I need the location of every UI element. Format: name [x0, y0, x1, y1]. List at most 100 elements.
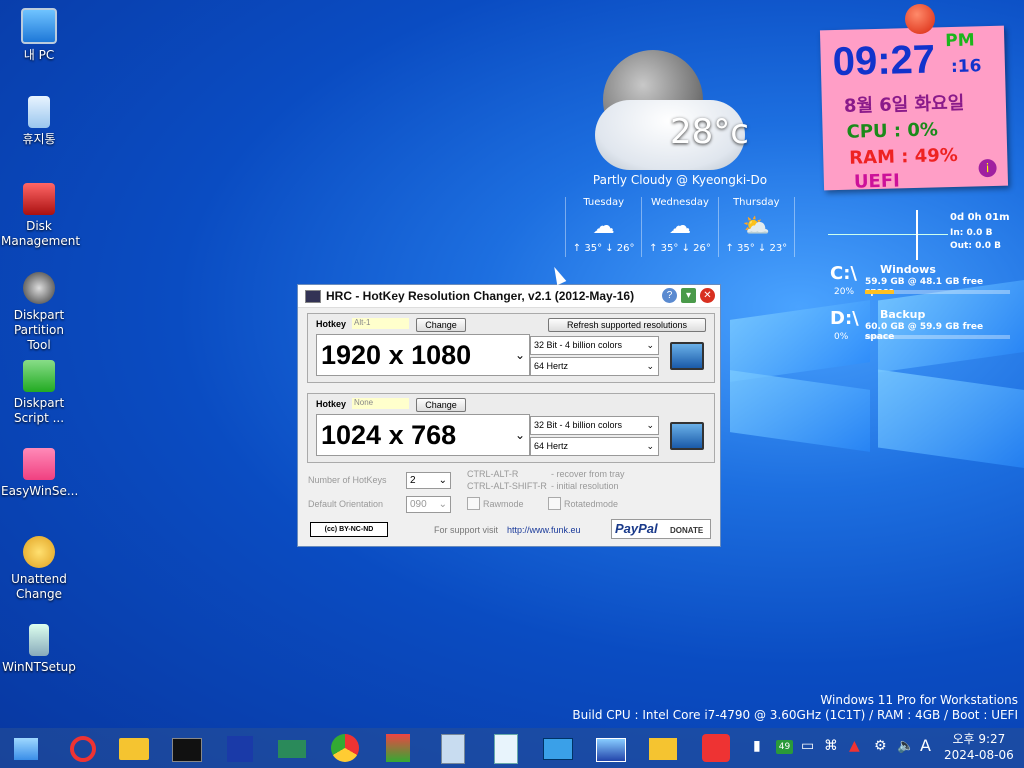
command-prompt-button[interactable]: [170, 732, 202, 764]
display-app-button[interactable]: [541, 732, 573, 764]
network-tray-icon[interactable]: ⌘: [824, 738, 838, 754]
forecast-day: Thursday ⛅ ↑ 35° ↓ 23°: [717, 197, 795, 257]
weather-temperature: 28°c: [670, 112, 749, 152]
thunderstorm-icon: ☁: [592, 214, 615, 239]
photos-button[interactable]: [594, 732, 626, 764]
color-depth-select[interactable]: 32 Bit - 4 billion colors ⌄: [530, 336, 659, 355]
folder-arrow-icon: [649, 738, 677, 760]
magnifier-document-icon: [441, 734, 465, 764]
orientation-select[interactable]: 090 ⌄: [406, 496, 451, 513]
unattend-icon: [23, 536, 55, 568]
screen-tray-icon[interactable]: ▭: [801, 738, 814, 754]
network-graph: [828, 234, 948, 235]
sticky-clock-gadget[interactable]: 09:27 PM :16 8월 6일 화요일 CPU : 0% RAM : 49…: [819, 25, 1009, 193]
monitor-icon: [305, 290, 321, 303]
chrome-button[interactable]: [329, 732, 361, 764]
badge-tray-icon[interactable]: 49: [776, 740, 793, 754]
desktop-icon-recycle-bin[interactable]: 휴지통: [1, 96, 77, 147]
refresh-rate-select[interactable]: 64 Hertz ⌄: [530, 357, 659, 376]
support-link[interactable]: http://www.funk.eu: [507, 525, 581, 535]
chevron-down-icon: ⌄: [514, 348, 525, 362]
start-button[interactable]: [10, 732, 42, 764]
drive-c[interactable]: C:\ 20% Windows 59.9 GB @ 48.1 GB free s…: [828, 263, 1013, 303]
rotatedmode-label: Rotatedmode: [564, 499, 619, 509]
desktop-icon-pc[interactable]: 내 PC: [1, 8, 77, 63]
taskbar-clock[interactable]: 오후 9:27 2024-08-06: [944, 731, 1014, 763]
drive-usage-percent: 20%: [834, 287, 855, 297]
weather-forecast: Tuesday ☁ ↑ 35° ↓ 26° Wednesday ☁ ↑ 35° …: [565, 197, 795, 257]
monitor-icon: [543, 738, 573, 760]
app-tray-icon[interactable]: ▲: [849, 738, 860, 754]
notepad-icon: [494, 734, 518, 764]
volume-tray-icon[interactable]: 🔈: [897, 738, 914, 754]
desktop-icon-diskpart-partition-tool[interactable]: Diskpart Partition Tool: [1, 272, 77, 353]
battery-tray-icon[interactable]: ▮: [753, 738, 761, 754]
file-explorer-button[interactable]: [117, 732, 149, 764]
ime-indicator[interactable]: A: [920, 736, 931, 755]
disk-management-icon: [23, 183, 55, 215]
taskbar-time: 오후 9:27: [952, 732, 1006, 746]
rotatedmode-checkbox[interactable]: [548, 497, 561, 510]
chevron-down-icon: ⌄: [646, 420, 654, 430]
shortcut-recover-desc: - recover from tray: [551, 469, 625, 479]
image-viewer-button[interactable]: [435, 732, 467, 764]
registry-app-button[interactable]: [382, 732, 414, 764]
weather-description: Partly Cloudy @ Kyeongki-Do: [592, 173, 768, 187]
power-button[interactable]: [700, 732, 732, 764]
change-hotkey-button[interactable]: Change: [416, 318, 466, 332]
shortcut-initial: CTRL-ALT-SHIFT-R: [467, 481, 547, 491]
color-depth-select[interactable]: 32 Bit - 4 billion colors ⌄: [530, 416, 659, 435]
notepad-button[interactable]: [488, 732, 520, 764]
minimize-to-tray-icon[interactable]: ▾: [681, 288, 696, 303]
hotkey-field[interactable]: Alt-1: [352, 318, 409, 329]
refresh-resolutions-button[interactable]: Refresh supported resolutions: [548, 318, 706, 332]
photo-icon: [596, 738, 626, 762]
drive-usage-bar: [865, 335, 1010, 339]
clock-time: 09:27: [832, 37, 936, 85]
forecast-day: Tuesday ☁ ↑ 35° ↓ 26°: [565, 197, 641, 257]
hardware-app-button[interactable]: [276, 732, 308, 764]
paypal-donate-button[interactable]: PayPal DONATE: [611, 519, 711, 539]
uptime: 0d 0h 01m: [950, 212, 1010, 223]
clock-seconds: :16: [950, 56, 982, 78]
help-icon[interactable]: ?: [662, 288, 677, 303]
desktop-icon-diskpart-script[interactable]: Diskpart Script ...: [1, 360, 77, 426]
desktop-icon-winntsetup[interactable]: WinNTSetup: [1, 624, 77, 675]
hrc-window[interactable]: HRC - HotKey Resolution Changer, v2.1 (2…: [297, 284, 721, 547]
cc-license-badge[interactable]: (cc) BY-NC-ND: [310, 522, 388, 537]
desktop-icon-easywinsetup[interactable]: EasyWinSe...: [1, 448, 78, 499]
easywinsetup-icon: [23, 448, 55, 480]
num-hotkeys-select[interactable]: 2 ⌄: [406, 472, 451, 489]
search-button[interactable]: [64, 732, 96, 764]
shortcut-recover: CTRL-ALT-R: [467, 469, 519, 479]
resolution-select[interactable]: 1024 x 768 ⌄: [316, 414, 530, 456]
chevron-down-icon: ⌄: [438, 475, 447, 486]
network-monitor: 0d 0h 01m In: 0.0 B Out: 0.0 B: [828, 208, 1013, 264]
drive-name: Windows: [880, 263, 936, 276]
desktop-icon-unattend-change[interactable]: Unattend Change: [1, 536, 77, 602]
drive-letter: C:\: [830, 263, 857, 284]
network-graph-spike: [916, 210, 918, 260]
rawmode-checkbox[interactable]: [467, 497, 480, 510]
taskbar-date: 2024-08-06: [944, 748, 1014, 762]
title-bar[interactable]: HRC - HotKey Resolution Changer, v2.1 (2…: [298, 285, 720, 308]
refresh-rate-select[interactable]: 64 Hertz ⌄: [530, 437, 659, 456]
folder-shortcut-button[interactable]: [647, 732, 679, 764]
desktop-icon-disk-management[interactable]: Disk Management: [1, 183, 80, 249]
windows-start-icon: [14, 738, 38, 760]
build-info: Windows 11 Pro for Workstations Build CP…: [572, 693, 1018, 722]
diskpart-script-icon: [23, 360, 55, 392]
change-hotkey-button[interactable]: Change: [416, 398, 466, 412]
hotkey-field[interactable]: None: [352, 398, 409, 409]
orientation-label: Default Orientation: [308, 499, 384, 509]
info-icon[interactable]: i: [978, 158, 997, 178]
rawmode-label: Rawmode: [483, 499, 524, 509]
security-tray-icon[interactable]: ⚙: [874, 738, 887, 754]
save-app-button[interactable]: [223, 732, 255, 764]
boot-mode: UEFI: [853, 170, 901, 193]
resolution-select[interactable]: 1920 x 1080 ⌄: [316, 334, 530, 376]
weather-gadget[interactable]: 28°c Partly Cloudy @ Kyeongki-Do Tuesday…: [565, 40, 795, 265]
close-icon[interactable]: ✕: [700, 288, 715, 303]
network-in: In: 0.0 B: [950, 228, 993, 238]
drive-d[interactable]: D:\ 0% Backup 60.0 GB @ 59.9 GB free spa…: [828, 308, 1013, 348]
